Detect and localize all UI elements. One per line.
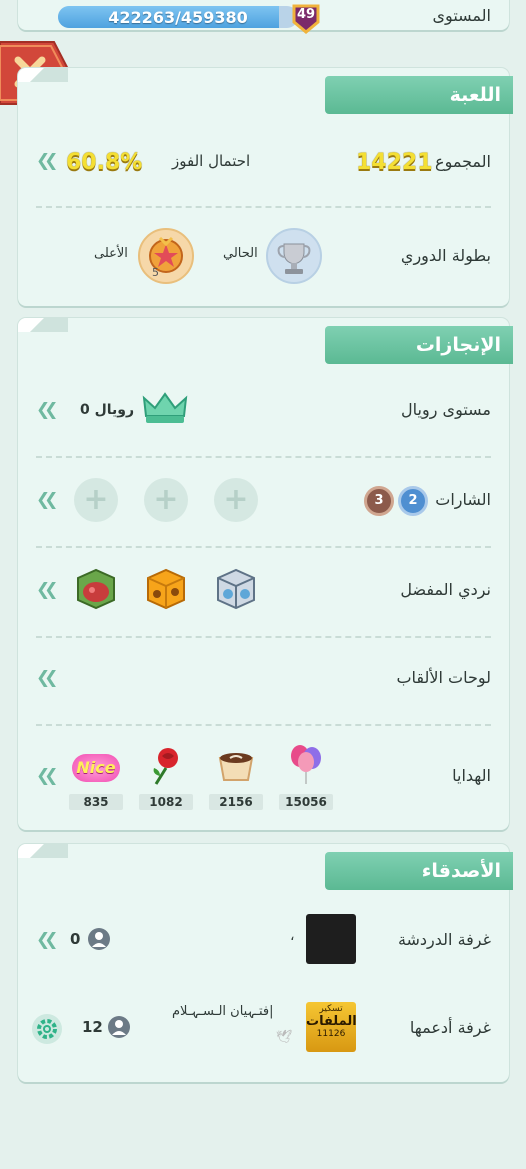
friends-section-tab: الأصدقاء [325, 852, 513, 890]
badges-label: الشارات [435, 490, 491, 509]
add-badge-button-3[interactable]: + [74, 478, 118, 522]
chat-room-avatar[interactable] [306, 914, 356, 964]
supported-room-avatar[interactable]: تسكير الملفات 11126 [306, 1002, 356, 1052]
coffee-cup-icon [212, 746, 260, 790]
support-badge-main: الملفات [306, 1014, 356, 1029]
divider [36, 636, 491, 638]
silver-dice-icon [212, 564, 260, 612]
support-badge-num: 11126 [316, 1029, 346, 1039]
royal-level-label: مستوى رويال [401, 400, 491, 419]
gifts-chevron-icon[interactable]: ❮❮ [36, 766, 58, 786]
user-icon [108, 1016, 130, 1038]
card-fold [18, 68, 68, 82]
supported-room-label: غرفة أدعمها [409, 1018, 491, 1037]
nice-text: Nice [72, 754, 120, 782]
total-value: 14221 [356, 150, 433, 175]
gift-count: 1082 [139, 794, 193, 810]
current-trophy-icon[interactable] [266, 228, 322, 284]
royal-level-value: رويال 0 [80, 402, 135, 418]
user-icon [88, 928, 110, 950]
game-section-tab: اللعبة [325, 76, 513, 114]
dice-chevron-icon[interactable]: ❮❮ [36, 580, 58, 600]
chat-room-name: ، [290, 928, 295, 944]
gift-count: 2156 [209, 794, 263, 810]
achievements-card: الإنجازات مستوى رويال رويال 0 ❮❮ الشارات… [18, 318, 513, 830]
gem-dice-icon [72, 564, 120, 612]
level-card: المستوى 422263/459380 49 [18, 0, 509, 34]
favorite-dice-label: نردي المفضل [400, 580, 491, 599]
card-fold [18, 844, 68, 858]
dove-icon: 🕊 [276, 1030, 293, 1045]
divider [36, 456, 491, 458]
support-badge-top: تسكير [319, 1004, 343, 1014]
crown-icon [142, 390, 188, 428]
divider [36, 546, 491, 548]
card-fold [18, 318, 68, 332]
level-number: 49 [296, 7, 316, 22]
badge-bronze-icon: 3 [364, 486, 394, 516]
game-card: اللعبة المجموع 14221 احتمال الفوز 60.8% … [18, 68, 513, 306]
balloons-icon [282, 742, 330, 786]
gift-count: 15056 [279, 794, 333, 810]
current-label: الحالي [223, 246, 258, 261]
gift-count: 835 [69, 794, 123, 810]
chat-room-chevron-icon[interactable]: ❮❮ [36, 930, 58, 950]
highest-label: الأعلى [94, 246, 128, 261]
supported-room-count: 12 [82, 1018, 103, 1036]
game-stats-chevron-icon[interactable]: ❮❮ [36, 151, 58, 171]
rose-icon [142, 744, 190, 788]
royal-chevron-icon[interactable]: ❮❮ [36, 400, 58, 420]
titles-chevron-icon[interactable]: ❮❮ [36, 668, 58, 688]
highest-rank-icon[interactable]: 5 [138, 228, 194, 284]
supported-room-name: فتـہيان الـسـہـلام| [172, 1004, 274, 1019]
total-label: المجموع [435, 152, 491, 171]
xp-text: 422263/459380 [108, 8, 248, 27]
divider [36, 724, 491, 726]
add-badge-button-2[interactable]: + [144, 478, 188, 522]
win-rate-value: 60.8% [66, 150, 143, 175]
highest-rank-number: 5 [152, 266, 159, 279]
friends-card: الأصدقاء غرفة الدردشة ، 0 ❮❮ غرفة أدعمها… [18, 844, 513, 1082]
add-badge-button-1[interactable]: + [214, 478, 258, 522]
xp-bar: 422263/459380 [58, 6, 298, 28]
badges-chevron-icon[interactable]: ❮❮ [36, 490, 58, 510]
level-badge-icon: 49 [290, 2, 322, 34]
orange-dice-icon [142, 564, 190, 612]
gifts-label: الهدايا [452, 766, 491, 785]
gear-icon [37, 1019, 57, 1039]
win-rate-label: احتمال الفوز [172, 152, 251, 170]
chat-room-label: غرفة الدردشة [397, 930, 491, 949]
settings-button[interactable] [32, 1014, 62, 1044]
divider [36, 206, 491, 208]
title-plates-label: لوحات الألقاب [396, 668, 491, 687]
level-label: المستوى [432, 6, 491, 25]
league-label: بطولة الدوري [400, 246, 491, 265]
badge-blue-icon: 2 [398, 486, 428, 516]
achievements-section-tab: الإنجازات [325, 326, 513, 364]
nice-sticker-icon: Nice [72, 750, 120, 794]
chat-room-count: 0 [70, 930, 81, 948]
